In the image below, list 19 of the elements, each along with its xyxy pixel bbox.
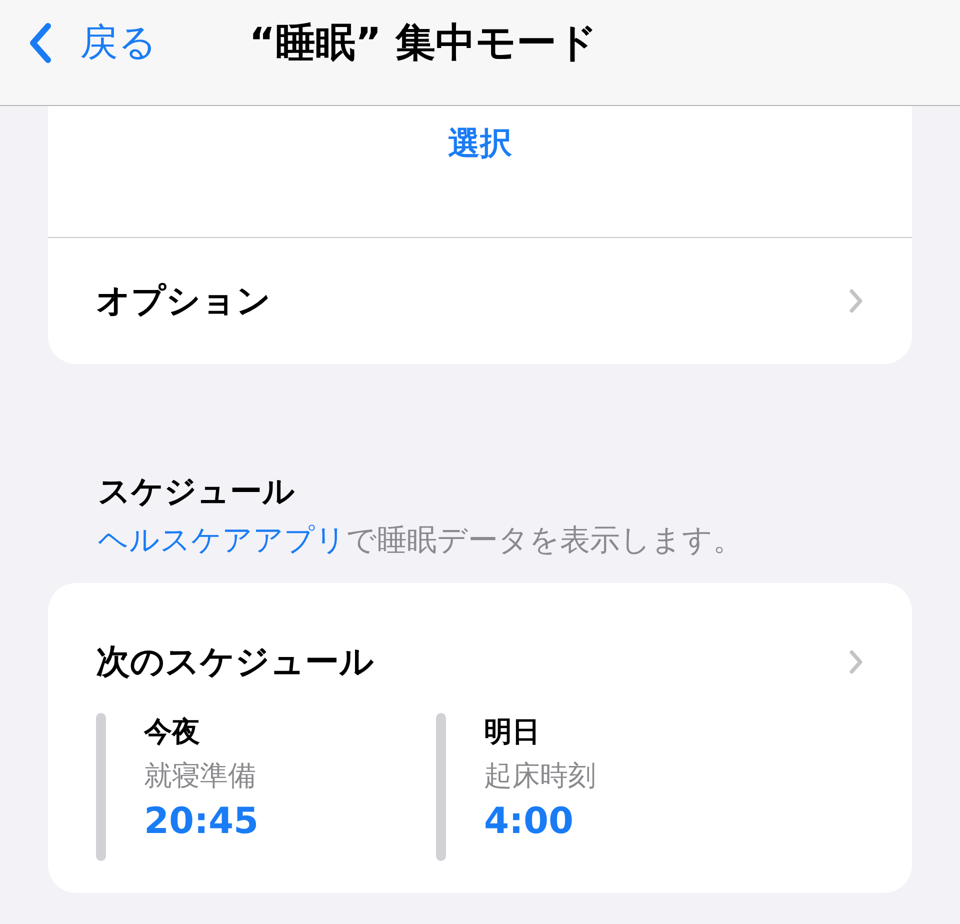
chevron-icon bbox=[848, 288, 864, 314]
screen-title: “睡眠” 集中モード bbox=[249, 19, 598, 68]
chevron-icon bbox=[848, 649, 864, 675]
options-row[interactable]: オプション bbox=[48, 238, 912, 364]
schedule-time: 20:45 bbox=[144, 801, 259, 842]
schedule-note: ヘルスケアアプリ で睡眠データを表示します。 bbox=[98, 522, 744, 560]
back-button[interactable]: 戻る bbox=[28, 17, 157, 68]
select-button[interactable]: 選択 bbox=[48, 106, 912, 238]
back-chevron-icon bbox=[28, 22, 52, 64]
schedule-label: 就寝準備 bbox=[144, 758, 257, 794]
day-label: 明日 bbox=[484, 714, 541, 750]
schedule-card[interactable]: 次のスケジュール 今夜 就寝準備 20:45 明日 起床時刻 4:00 bbox=[48, 583, 912, 893]
row-label: オプション bbox=[96, 280, 271, 323]
schedule-time: 4:00 bbox=[484, 801, 575, 842]
schedule-label: 起床時刻 bbox=[484, 758, 596, 794]
schedule-title: 次のスケジュール bbox=[96, 641, 374, 684]
health-app-link[interactable]: ヘルスケアアプリ bbox=[98, 523, 346, 558]
day-label: 今夜 bbox=[144, 714, 201, 750]
section-header: スケジュール bbox=[98, 471, 296, 512]
